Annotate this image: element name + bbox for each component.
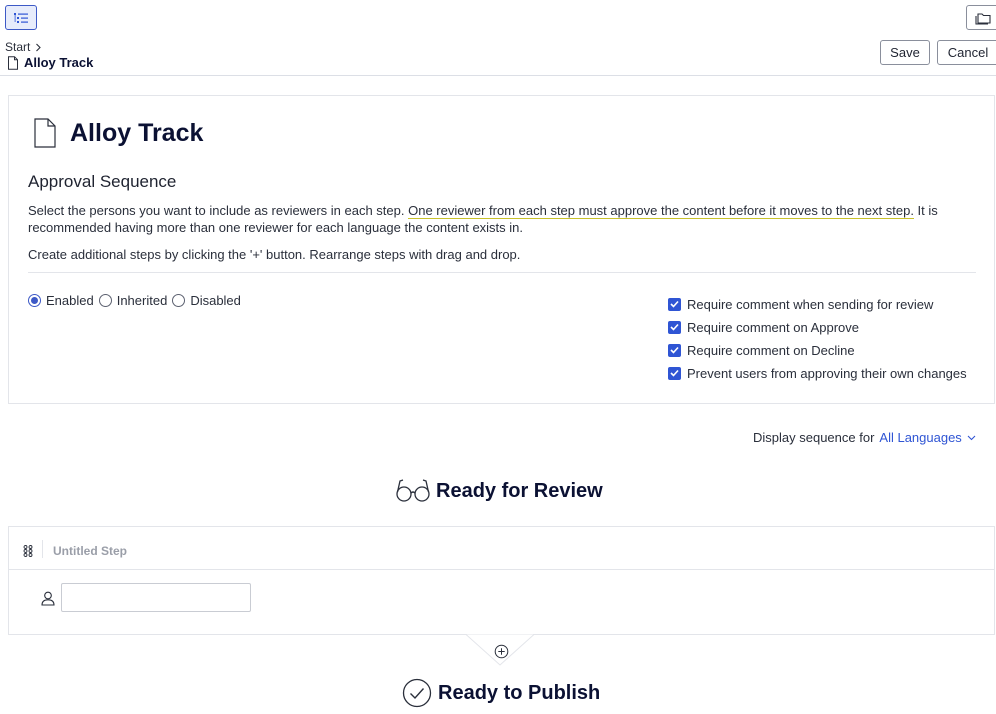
- checkbox-checked[interactable]: [668, 297, 681, 311]
- divider: [28, 272, 976, 273]
- glasses-icon: [396, 479, 430, 502]
- radio-label: Disabled: [190, 293, 241, 308]
- checkbox-comment-send-review[interactable]: Require comment when sending for review: [668, 292, 967, 316]
- checkbox-comment-decline[interactable]: Require comment on Decline: [668, 338, 967, 362]
- description-highlight: One reviewer from each step must approve…: [408, 203, 914, 219]
- chevron-right-icon: [36, 43, 42, 51]
- display-sequence-label: Display sequence for: [753, 430, 875, 445]
- step-header: Untitled Step: [9, 527, 994, 570]
- page-title: Alloy Track: [24, 55, 94, 70]
- save-button[interactable]: Save: [880, 40, 930, 65]
- breadcrumb-start[interactable]: Start: [5, 40, 30, 54]
- add-step-icon[interactable]: [494, 644, 509, 659]
- checkbox-prevent-self-approve[interactable]: Prevent users from approving their own c…: [668, 361, 967, 385]
- checkbox-comment-approve[interactable]: Require comment on Approve: [668, 315, 967, 339]
- user-icon: [41, 591, 55, 606]
- radio-disabled[interactable]: Disabled: [172, 293, 241, 308]
- language-dropdown[interactable]: All Languages: [879, 430, 976, 445]
- radio-enabled[interactable]: Enabled: [28, 293, 94, 308]
- checkmark-icon: [670, 323, 679, 331]
- checkbox-label: Require comment on Decline: [687, 342, 855, 358]
- navigation-pane-toggle[interactable]: [5, 5, 37, 30]
- breadcrumb: Start: [5, 40, 42, 54]
- page-title-row: Alloy Track: [7, 55, 93, 70]
- status-radio-group: Enabled Inherited Disabled: [28, 293, 246, 308]
- radio-button[interactable]: [172, 294, 186, 307]
- stage-title: Ready to Publish: [438, 681, 601, 704]
- radio-label: Inherited: [116, 293, 168, 308]
- approval-settings-card: Alloy Track Approval Sequence Select the…: [8, 95, 995, 404]
- cancel-button[interactable]: Cancel: [937, 40, 996, 65]
- checkbox-checked[interactable]: [668, 366, 681, 380]
- step-header-separator: [42, 540, 43, 558]
- checkmark-icon: [670, 369, 679, 377]
- radio-label: Enabled: [46, 293, 94, 308]
- checkmark-icon: [670, 300, 679, 308]
- check-circle-icon: [402, 678, 432, 708]
- display-sequence-row: Display sequence for All Languages: [753, 430, 976, 445]
- drag-handle-icon[interactable]: [23, 545, 33, 557]
- page-icon: [34, 118, 56, 148]
- approval-step: Untitled Step: [8, 526, 995, 635]
- stage-title: Ready for Review: [436, 479, 603, 502]
- checkmark-icon: [670, 346, 679, 354]
- top-bar: Start Alloy Track Save Cancel: [0, 0, 996, 76]
- radio-inherited[interactable]: Inherited: [98, 293, 168, 308]
- description-steps: Create additional steps by clicking the …: [28, 247, 521, 262]
- card-header: Alloy Track: [33, 118, 203, 148]
- checkbox-label: Require comment on Approve: [687, 319, 859, 335]
- content-title: Alloy Track: [70, 118, 204, 147]
- description-text: Select the persons you want to include a…: [28, 203, 409, 218]
- language-dropdown-value: All Languages: [879, 430, 962, 445]
- radio-button[interactable]: [98, 294, 112, 307]
- folder-stack-icon: [975, 12, 991, 25]
- checkbox-label: Prevent users from approving their own c…: [687, 365, 967, 381]
- checkbox-label: Require comment when sending for review: [687, 296, 934, 312]
- tree-list-icon: [14, 12, 28, 23]
- stage-ready-to-publish: Ready to Publish: [402, 678, 600, 708]
- section-title: Approval Sequence: [28, 172, 177, 191]
- step-name[interactable]: Untitled Step: [53, 544, 127, 558]
- radio-button-selected[interactable]: [28, 294, 41, 307]
- checkbox-checked[interactable]: [668, 320, 681, 334]
- options-checkbox-group: Require comment when sending for review …: [668, 293, 967, 385]
- assets-pane-toggle[interactable]: [966, 5, 996, 30]
- chevron-down-icon: [967, 435, 976, 440]
- checkbox-checked[interactable]: [668, 343, 681, 357]
- description: Select the persons you want to include a…: [28, 202, 983, 236]
- reviewer-input[interactable]: [61, 583, 251, 612]
- page-icon: [8, 55, 18, 70]
- stage-ready-for-review: Ready for Review: [396, 478, 603, 504]
